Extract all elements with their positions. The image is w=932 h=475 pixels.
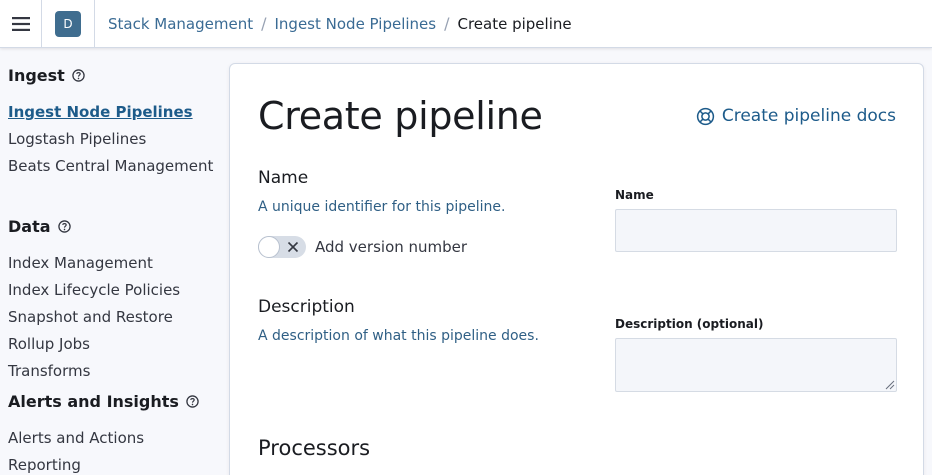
name-section-title: Name xyxy=(258,168,309,188)
breadcrumb-ingest-node-pipelines[interactable]: Ingest Node Pipelines xyxy=(275,15,437,33)
description-section-title: Description xyxy=(258,297,355,317)
question-circle-icon[interactable] xyxy=(186,395,199,408)
page-title: Create pipeline xyxy=(258,94,543,138)
processors-title: Processors xyxy=(258,436,371,460)
sidebar-item-index-management[interactable]: Index Management xyxy=(8,254,153,272)
sidebar-item-reporting[interactable]: Reporting xyxy=(8,456,81,474)
side-nav: Ingest Ingest Node Pipelines Logstash Pi… xyxy=(0,48,220,475)
description-field-label: Description (optional) xyxy=(615,317,764,331)
sidebar-item-snapshot-and-restore[interactable]: Snapshot and Restore xyxy=(8,308,173,326)
name-field-label: Name xyxy=(615,188,654,202)
breadcrumb-separator: / xyxy=(444,14,450,33)
create-pipeline-panel: Create pipeline Create pipeline docs Nam… xyxy=(229,63,924,475)
help-lifebuoy-icon xyxy=(696,107,715,125)
switch-knob xyxy=(258,236,280,258)
name-field[interactable] xyxy=(615,209,897,252)
sidebar-item-ingest-node-pipelines[interactable]: Ingest Node Pipelines xyxy=(8,103,193,121)
side-group-title: Alerts and Insights xyxy=(8,392,179,411)
docs-link-label: Create pipeline docs xyxy=(721,106,896,126)
cross-icon xyxy=(287,241,299,253)
side-group-data: Data xyxy=(8,217,71,236)
description-section-description: A description of what this pipeline does… xyxy=(258,328,539,344)
breadcrumb: Stack Management / Ingest Node Pipelines… xyxy=(95,14,572,33)
top-header: D Stack Management / Ingest Node Pipelin… xyxy=(0,0,932,48)
question-circle-icon[interactable] xyxy=(72,69,85,82)
menu-button[interactable] xyxy=(0,0,42,48)
breadcrumb-stack-management[interactable]: Stack Management xyxy=(108,15,253,33)
breadcrumb-current: Create pipeline xyxy=(457,14,572,33)
sidebar-item-beats-central-management[interactable]: Beats Central Management xyxy=(8,157,213,175)
sidebar-item-index-lifecycle-policies[interactable]: Index Lifecycle Policies xyxy=(8,281,180,299)
side-group-alerts-and-insights: Alerts and Insights xyxy=(8,392,199,411)
side-group-title: Data xyxy=(8,217,51,236)
version-toggle-row: Add version number xyxy=(258,236,467,258)
space-selector: D xyxy=(42,0,95,48)
hamburger-icon xyxy=(11,16,30,31)
name-section-description: A unique identifier for this pipeline. xyxy=(258,199,506,215)
sidebar-item-alerts-and-actions[interactable]: Alerts and Actions xyxy=(8,429,144,447)
sidebar-item-logstash-pipelines[interactable]: Logstash Pipelines xyxy=(8,130,146,148)
side-group-ingest: Ingest xyxy=(8,66,85,85)
description-field[interactable] xyxy=(615,338,897,392)
question-circle-icon[interactable] xyxy=(57,220,71,233)
side-group-title: Ingest xyxy=(8,66,65,85)
space-avatar[interactable]: D xyxy=(55,10,81,37)
add-version-switch[interactable] xyxy=(258,236,306,258)
add-version-label: Add version number xyxy=(315,238,468,256)
breadcrumb-separator: / xyxy=(261,14,267,33)
create-pipeline-docs-link[interactable]: Create pipeline docs xyxy=(696,106,896,126)
sidebar-item-rollup-jobs[interactable]: Rollup Jobs xyxy=(8,335,90,353)
sidebar-item-transforms[interactable]: Transforms xyxy=(8,362,90,380)
resize-grip-icon[interactable] xyxy=(885,380,895,390)
